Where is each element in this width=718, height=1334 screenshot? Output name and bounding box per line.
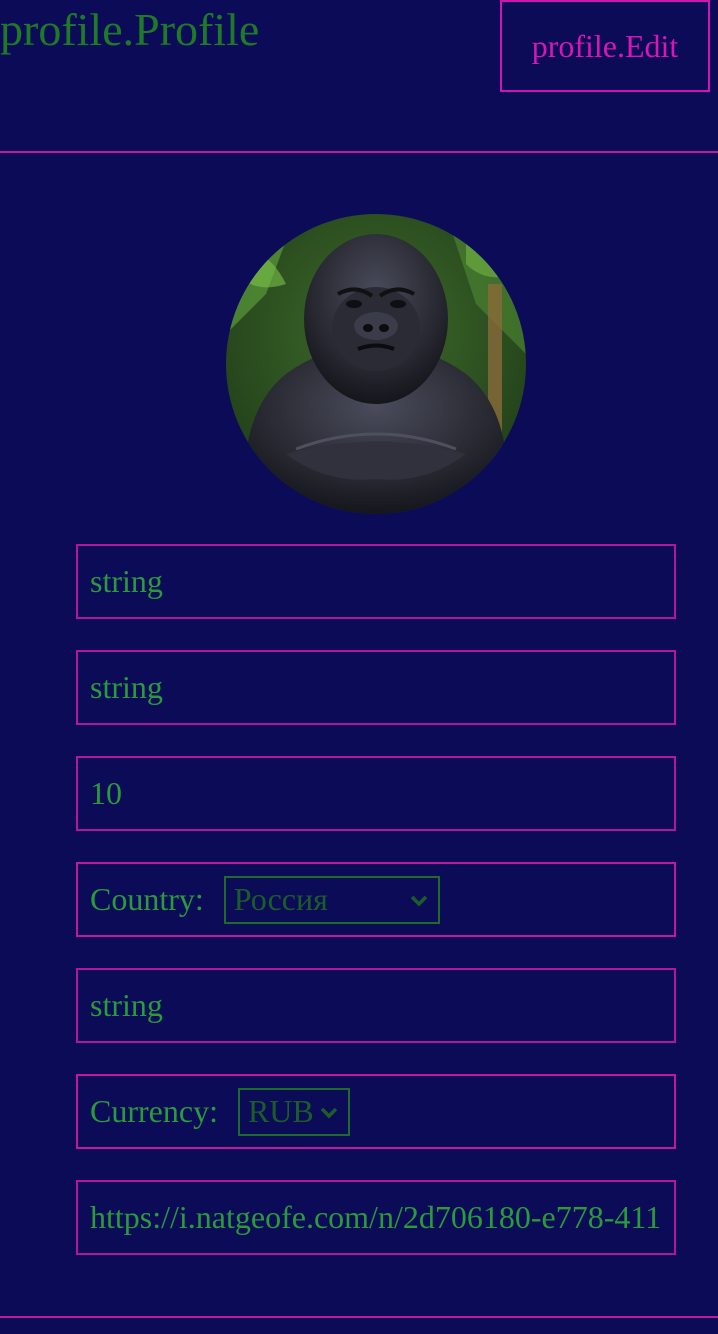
currency-selected-value: RUB: [247, 1093, 314, 1129]
last-name-field[interactable]: [76, 650, 676, 725]
currency-label: Currency:: [90, 1093, 218, 1129]
chevron-down-icon: [410, 895, 428, 906]
gorilla-avatar-icon: [226, 214, 526, 514]
country-selected-value: Россия: [233, 881, 328, 917]
city-field[interactable]: [76, 968, 676, 1043]
first-name-field[interactable]: [76, 544, 676, 619]
edit-button[interactable]: profile.Edit: [500, 0, 710, 92]
profile-header: profile.Profile profile.Edit: [0, 0, 718, 153]
avatar: [226, 214, 526, 514]
country-row: Country: Россия: [76, 862, 676, 937]
chevron-down-icon: [320, 1107, 338, 1118]
currency-row: Currency: RUB: [76, 1074, 676, 1149]
bottom-divider: [0, 1316, 718, 1318]
age-field[interactable]: [76, 756, 676, 831]
country-select[interactable]: Россия: [223, 875, 440, 924]
page-title: profile.Profile: [0, 4, 260, 55]
currency-select[interactable]: RUB: [237, 1087, 350, 1136]
avatar-url-field[interactable]: [76, 1180, 676, 1255]
country-label: Country:: [90, 881, 204, 917]
